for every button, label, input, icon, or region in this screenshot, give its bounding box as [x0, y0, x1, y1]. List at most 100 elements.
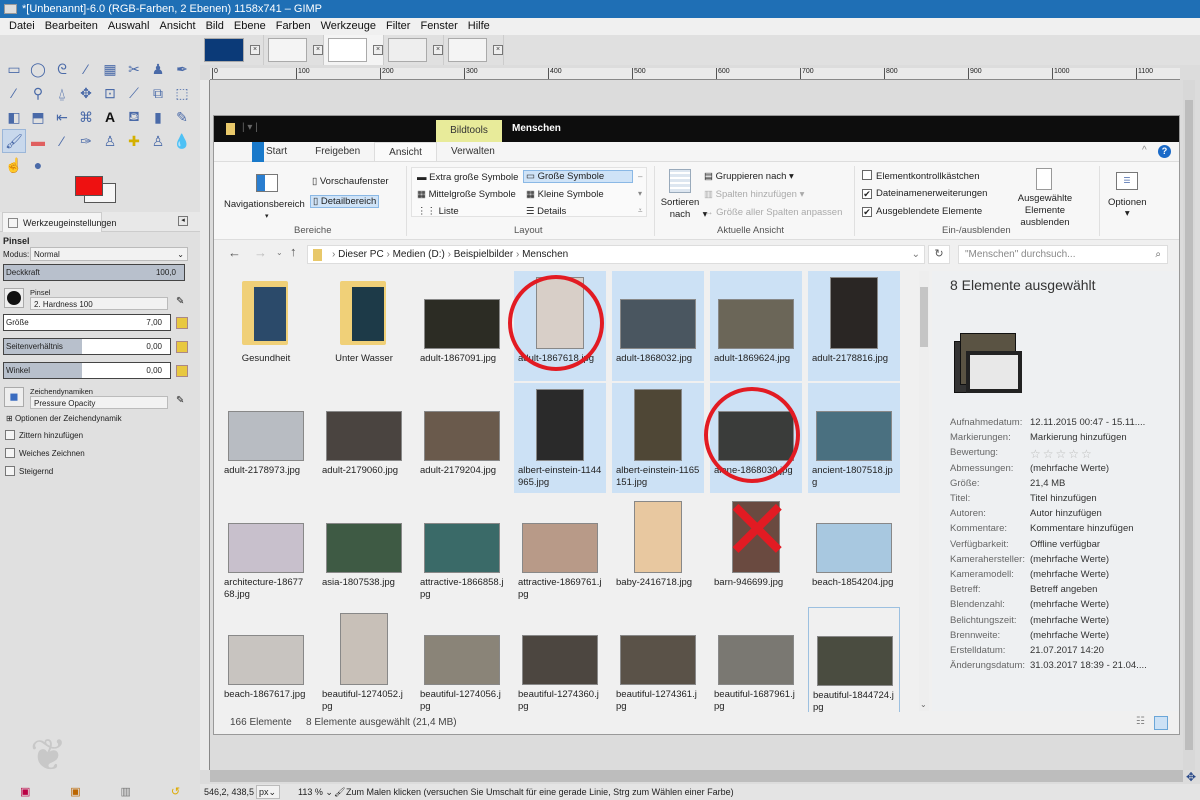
- options-button[interactable]: Optionen ▾: [1108, 197, 1147, 219]
- menu-filter[interactable]: Filter: [381, 18, 415, 35]
- file-item[interactable]: Gesundheit: [220, 271, 312, 381]
- sort-by-button[interactable]: Sortieren nach ▾: [660, 197, 708, 221]
- menu-werkzeuge[interactable]: Werkzeuge: [316, 18, 381, 35]
- close-tab-icon[interactable]: ×: [373, 45, 383, 55]
- paintbrush-tool[interactable]: 🖌: [2, 129, 26, 153]
- brush-preview[interactable]: [4, 288, 24, 308]
- hide-selected-button[interactable]: Ausgewählte Elemente ausblenden: [1000, 193, 1090, 229]
- menu-bild[interactable]: Bild: [201, 18, 229, 35]
- breadcrumb-item[interactable]: Medien (D:): [393, 249, 445, 260]
- unit-select[interactable]: px⌄: [256, 785, 280, 799]
- color-select-tool[interactable]: ▦: [98, 57, 122, 81]
- item-checkboxes-toggle[interactable]: Elementkontrollkästchen: [862, 170, 980, 182]
- image-tab-4[interactable]: ×: [384, 35, 444, 65]
- details-view-button[interactable]: ☷: [1136, 711, 1145, 733]
- layout-medium-icons[interactable]: ▦ Mittelgroße Symbole: [417, 189, 516, 200]
- incremental-checkbox[interactable]: [5, 466, 15, 476]
- reset-angle-icon[interactable]: [176, 365, 188, 377]
- pencil-tool[interactable]: ✎: [170, 105, 194, 129]
- rect-select-tool[interactable]: ▭: [2, 57, 26, 81]
- align-tool[interactable]: ⊡: [98, 81, 122, 105]
- file-item[interactable]: adult-1867091.jpg: [416, 271, 508, 381]
- collapse-ribbon-icon[interactable]: ^: [1142, 145, 1147, 156]
- navigate-icon[interactable]: ✥: [1183, 770, 1199, 784]
- detail-value[interactable]: Titel hinzufügen: [1030, 493, 1097, 504]
- free-select-tool[interactable]: ᘓ: [50, 57, 74, 81]
- unified-transform-tool[interactable]: ⧉: [146, 81, 170, 105]
- add-columns-button[interactable]: ▥ Spalten hinzufügen ▾: [704, 189, 804, 200]
- context-tab-bildtools[interactable]: Bildtools: [436, 120, 502, 142]
- heal-tool[interactable]: ✚: [122, 129, 146, 153]
- color-picker-tool[interactable]: ⁄: [2, 81, 26, 105]
- fuzzy-select-tool[interactable]: ⁄: [74, 57, 98, 81]
- smooth-checkbox[interactable]: [5, 448, 15, 458]
- dynamics-options-expander[interactable]: ⊞ Optionen der Zeichendynamik: [6, 414, 122, 423]
- file-item[interactable]: adult-2178816.jpg: [808, 271, 900, 381]
- detail-value[interactable]: Betreff angeben: [1030, 584, 1097, 595]
- blur-tool[interactable]: 💧: [170, 129, 194, 153]
- image-tab-2[interactable]: ×: [264, 35, 324, 65]
- close-tab-icon[interactable]: ×: [493, 45, 503, 55]
- search-input[interactable]: "Menschen" durchsuch... ⌕: [958, 245, 1168, 264]
- airbrush-tool[interactable]: ⁄: [50, 129, 74, 153]
- file-item[interactable]: adult-1868032.jpg: [612, 271, 704, 381]
- text-tool[interactable]: A: [98, 105, 122, 129]
- measure-tool[interactable]: ⍙: [50, 81, 74, 105]
- file-item[interactable]: attractive-1866858.jpg: [416, 495, 508, 605]
- file-item[interactable]: beautiful-1274056.jpg: [416, 607, 508, 717]
- reset-aspect-icon[interactable]: [176, 341, 188, 353]
- panel-menu-icon[interactable]: ◂: [178, 216, 188, 226]
- edit-brush-icon[interactable]: ✎: [176, 296, 184, 307]
- file-item[interactable]: architecture-1867768.jpg: [220, 495, 312, 605]
- restore-options-icon[interactable]: ▣: [70, 785, 80, 798]
- layout-extra-large-icons[interactable]: ▬ Extra große Symbole: [417, 172, 518, 183]
- back-button[interactable]: ←: [228, 245, 241, 260]
- reset-options-icon[interactable]: ↺: [171, 785, 180, 798]
- zoom-select[interactable]: 113 % ⌄: [298, 784, 333, 800]
- breadcrumb-item[interactable]: Menschen: [522, 249, 568, 260]
- eraser-tool[interactable]: ▬: [26, 129, 50, 153]
- group-by-button[interactable]: ▤ Gruppieren nach ▾: [704, 171, 794, 182]
- mode-select[interactable]: Normal ⌄: [30, 247, 188, 261]
- canvas-vertical-scrollbar[interactable]: [1183, 80, 1195, 770]
- blend-tool[interactable]: ▮: [146, 105, 170, 129]
- hidden-items-toggle[interactable]: ✔ Ausgeblendete Elemente: [862, 206, 982, 217]
- file-item[interactable]: beautiful-1274052.jpg: [318, 607, 410, 717]
- menu-farben[interactable]: Farben: [271, 18, 316, 35]
- scissors-select-tool[interactable]: ✂: [122, 57, 146, 81]
- canvas-horizontal-scrollbar[interactable]: [210, 770, 1183, 782]
- menu-datei[interactable]: Datei: [4, 18, 40, 35]
- file-item[interactable]: beach-1867617.jpg: [220, 607, 312, 717]
- forward-button[interactable]: →: [254, 245, 267, 260]
- file-item[interactable]: barn-946699.jpg ✕: [710, 485, 802, 605]
- move-tool[interactable]: ✥: [74, 81, 98, 105]
- details-pane-button[interactable]: ▯ Detailbereich: [310, 195, 380, 208]
- file-item[interactable]: attractive-1869761.jpg: [514, 495, 606, 605]
- quick-access-icon[interactable]: | ▾ |: [242, 122, 258, 133]
- handle-transform-tool[interactable]: ⌘: [74, 105, 98, 129]
- menu-ansicht[interactable]: Ansicht: [154, 18, 200, 35]
- file-item[interactable]: adult-1867618.jpg: [508, 271, 606, 381]
- crop-tool[interactable]: ⟋: [122, 81, 146, 105]
- file-item[interactable]: adult-1869624.jpg: [710, 271, 802, 381]
- file-item[interactable]: adult-2179060.jpg: [318, 383, 410, 493]
- file-item[interactable]: baby-2416718.jpg: [612, 495, 704, 605]
- ribbon-tab-ansicht[interactable]: Ansicht: [374, 142, 437, 161]
- file-grid-scrollbar[interactable]: ⌄: [919, 271, 929, 711]
- dynamics-icon[interactable]: ◼: [4, 387, 24, 407]
- file-item[interactable]: Unter Wasser: [318, 271, 410, 381]
- file-item[interactable]: beautiful-1274360.jpg: [514, 607, 606, 717]
- fit-columns-button[interactable]: ↔ Größe aller Spalten anpassen: [704, 207, 842, 218]
- file-item[interactable]: adult-2179204.jpg: [416, 383, 508, 493]
- warp-tool[interactable]: ⇤: [50, 105, 74, 129]
- menu-hilfe[interactable]: Hilfe: [463, 18, 495, 35]
- file-item[interactable]: ancient-1807518.jpg: [808, 383, 900, 493]
- save-options-icon[interactable]: ▣: [20, 785, 30, 798]
- ink-tool[interactable]: ✑: [74, 129, 98, 153]
- jitter-checkbox[interactable]: [5, 430, 15, 440]
- dodge-burn-tool[interactable]: ●: [26, 153, 50, 177]
- menu-bearbeiten[interactable]: Bearbeiten: [40, 18, 103, 35]
- file-item[interactable]: beautiful-1274361.jpg: [612, 607, 704, 717]
- clone-tool[interactable]: ♙: [98, 129, 122, 153]
- menu-ebene[interactable]: Ebene: [229, 18, 271, 35]
